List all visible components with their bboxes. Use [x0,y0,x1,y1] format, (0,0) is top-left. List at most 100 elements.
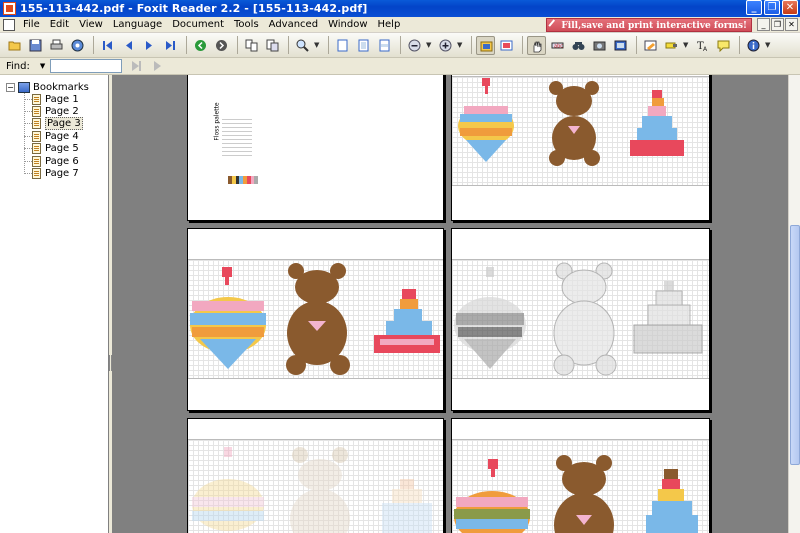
note-icon [717,40,730,52]
select-text-icon: abc [551,42,564,49]
bookmark-item-page-4[interactable]: Page 4 [32,130,79,142]
zoom-plus-dropdown-arrow[interactable]: ▼ [457,41,464,49]
foxit-app-icon[interactable] [3,2,16,15]
open-button[interactable] [5,36,24,55]
open-icon [8,41,21,50]
menu-file[interactable]: File [18,18,45,32]
go-forward-button[interactable] [212,36,231,55]
form-icon [644,40,657,50]
cross-stitch-pattern [458,78,684,166]
continuous-button[interactable] [497,36,516,55]
highlight-button[interactable] [662,36,681,55]
find-next-button[interactable] [150,59,166,73]
svg-text:A: A [703,46,708,52]
about-dropdown-arrow[interactable]: ▼ [765,41,772,49]
first-page-button[interactable] [98,36,117,55]
go-back-button[interactable] [191,36,210,55]
next-page-button[interactable] [140,36,159,55]
find-previous-button[interactable] [128,59,144,73]
scrollbar-thumb[interactable] [790,225,800,465]
doc-restore-button[interactable]: ❐ [771,18,784,31]
pdf-page[interactable] [187,418,444,533]
menu-advanced[interactable]: Advanced [264,18,323,32]
email-button[interactable] [68,36,87,55]
promo-banner[interactable]: Fill,save and print interactive forms! [546,18,752,32]
menu-document[interactable]: Document [167,18,229,32]
menu-view[interactable]: View [74,18,108,32]
find-button[interactable] [569,36,588,55]
teddy-bear-motif [549,81,600,166]
print-button[interactable] [47,36,66,55]
rotate-button[interactable] [242,36,261,55]
menu-window[interactable]: Window [323,18,372,32]
about-icon [747,39,760,51]
bookmark-item-page-1[interactable]: Page 1 [32,93,79,105]
typewriter-button[interactable]: TA [693,36,712,55]
doc-close-button[interactable]: ✕ [785,18,798,31]
last-page-button[interactable] [161,36,180,55]
pdf-page[interactable] [187,228,444,411]
spinning-top-motif [454,459,530,533]
next-page-icon [146,40,152,50]
promo-text: Fill,save and print interactive forms! [561,21,747,31]
fit-width-icon [379,39,390,51]
menu-bar: File Edit View Language Document Tools A… [0,17,800,33]
copy-button[interactable] [263,36,282,55]
form-button[interactable] [641,36,660,55]
about-button[interactable] [744,36,763,55]
page-bookmark-icon [32,167,41,179]
zoom-plus-icon [439,39,452,51]
bookmark-item-page-7[interactable]: Page 7 [32,167,79,179]
snapshot-button[interactable] [590,36,609,55]
find-bar: Find: ▼ [0,58,800,75]
actual-size-button[interactable] [333,36,352,55]
menu-edit[interactable]: Edit [45,18,74,32]
prev-page-button[interactable] [119,36,138,55]
zoom-out-dropdown-arrow[interactable]: ▼ [426,41,433,49]
maximize-button[interactable]: ❐ [764,0,780,15]
fit-width-button[interactable] [375,36,394,55]
vertical-scrollbar[interactable] [788,75,800,533]
save-button[interactable] [26,36,45,55]
fit-page-button[interactable] [354,36,373,55]
pdf-page[interactable] [451,75,710,221]
select-text-button[interactable]: abc [548,36,567,55]
print-icon [50,39,63,49]
pen-icon [548,19,561,31]
note-button[interactable] [714,36,733,55]
bookmark-item-page-3[interactable]: Page 3 [32,116,83,130]
menu-help[interactable]: Help [373,18,406,32]
page-bookmark-icon [32,155,41,167]
document-icon[interactable] [3,18,15,31]
bookmark-item-page-6[interactable]: Page 6 [32,155,79,167]
prev-page-icon [126,40,132,50]
doc-minimize-button[interactable]: _ [757,18,770,31]
single-page-button[interactable] [476,35,495,55]
bookmarks-root-label: Bookmarks [33,81,89,93]
zoom-out-button[interactable] [405,36,424,55]
find-input[interactable] [50,59,123,73]
minimize-button[interactable]: _ [746,0,762,15]
zoom-plus-button[interactable] [436,36,455,55]
highlight-dropdown-arrow[interactable]: ▼ [683,41,690,49]
menu-tools[interactable]: Tools [229,18,264,32]
bookmark-item-page-2[interactable]: Page 2 [32,105,79,117]
pdf-page[interactable] [451,228,710,411]
snapshot-icon [593,41,606,50]
cross-stitch-symbols-pattern [454,262,703,376]
menu-language[interactable]: Language [108,18,167,32]
zoom-in-button[interactable] [293,36,312,55]
bookmarks-root[interactable]: − Bookmarks [6,81,89,93]
collapse-toggle-icon[interactable]: − [6,82,15,92]
zoom-out-icon [408,39,421,51]
pdf-page[interactable] [451,418,710,533]
bookmark-item-page-5[interactable]: Page 5 [32,142,79,154]
zoom-dropdown-arrow[interactable]: ▼ [314,41,321,49]
spinning-top-symbols [454,267,526,369]
close-button[interactable]: ✕ [782,0,798,15]
document-viewer[interactable]: Floss palette [112,75,788,533]
find-options-dropdown[interactable]: ▼ [40,62,45,70]
hand-tool-button[interactable] [527,35,546,55]
pdf-page[interactable]: Floss palette [187,75,444,221]
image-button[interactable] [611,36,630,55]
